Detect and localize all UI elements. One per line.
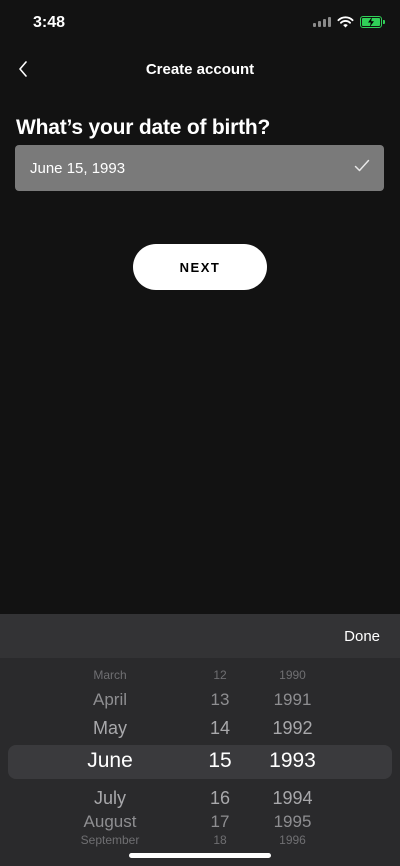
picker-row[interactable]: May 14 1992 (0, 718, 400, 742)
picker-month-option[interactable]: July (40, 788, 180, 809)
date-of-birth-field[interactable]: June 15, 1993 (15, 145, 384, 191)
picker-row[interactable]: July 16 1994 (0, 788, 400, 812)
picker-year-option[interactable]: 1995 (250, 812, 335, 832)
picker-month-option[interactable]: August (40, 812, 180, 832)
picker-day-option[interactable]: 14 (190, 718, 250, 739)
date-of-birth-value: June 15, 1993 (30, 160, 126, 177)
status-bar: 3:48 (0, 0, 400, 44)
next-button-label: NEXT (179, 259, 221, 275)
picker-year-option[interactable]: 1993 (250, 749, 335, 773)
picker-month-option[interactable]: May (40, 718, 180, 739)
date-picker-sheet: Done March 12 1990 April 13 1991 May 14 1992 June… (0, 614, 400, 866)
picker-month-option[interactable]: April (40, 690, 180, 710)
picker-month-option[interactable]: March (40, 668, 180, 682)
picker-row[interactable]: September 18 1996 (0, 833, 400, 851)
status-time: 3:48 (33, 14, 66, 31)
date-picker-wheels[interactable]: March 12 1990 April 13 1991 May 14 1992 June 15 199… (0, 658, 400, 866)
date-of-birth-heading: What’s your date of birth? (16, 116, 271, 139)
picker-row[interactable]: April 13 1991 (0, 690, 400, 713)
wifi-icon (337, 16, 354, 28)
picker-day-option[interactable]: 15 (190, 749, 250, 773)
status-icons (313, 16, 385, 28)
picker-day-option[interactable]: 17 (190, 812, 250, 832)
picker-year-option[interactable]: 1991 (250, 690, 335, 710)
picker-year-option[interactable]: 1990 (250, 668, 335, 682)
checkmark-icon (354, 159, 370, 172)
picker-month-option[interactable]: September (40, 833, 180, 847)
next-button[interactable]: NEXT (133, 244, 267, 290)
page-title: Create account (145, 61, 255, 78)
done-button[interactable]: Done (344, 628, 380, 645)
picker-day-option[interactable]: 18 (190, 833, 250, 847)
battery-charging-icon (360, 16, 385, 28)
picker-month-option[interactable]: June (40, 749, 180, 773)
picker-year-option[interactable]: 1994 (250, 788, 335, 809)
picker-day-option[interactable]: 16 (190, 788, 250, 809)
picker-row[interactable]: March 12 1990 (0, 668, 400, 686)
nav-bar: Create account (0, 50, 400, 90)
picker-year-option[interactable]: 1992 (250, 718, 335, 739)
picker-toolbar: Done (0, 614, 400, 658)
home-indicator (129, 853, 271, 858)
cellular-signal-icon (313, 17, 331, 27)
picker-year-option[interactable]: 1996 (250, 833, 335, 847)
picker-row[interactable]: August 17 1995 (0, 812, 400, 835)
picker-day-option[interactable]: 13 (190, 690, 250, 710)
picker-row[interactable]: June 15 1993 (0, 749, 400, 776)
picker-day-option[interactable]: 12 (190, 668, 250, 682)
